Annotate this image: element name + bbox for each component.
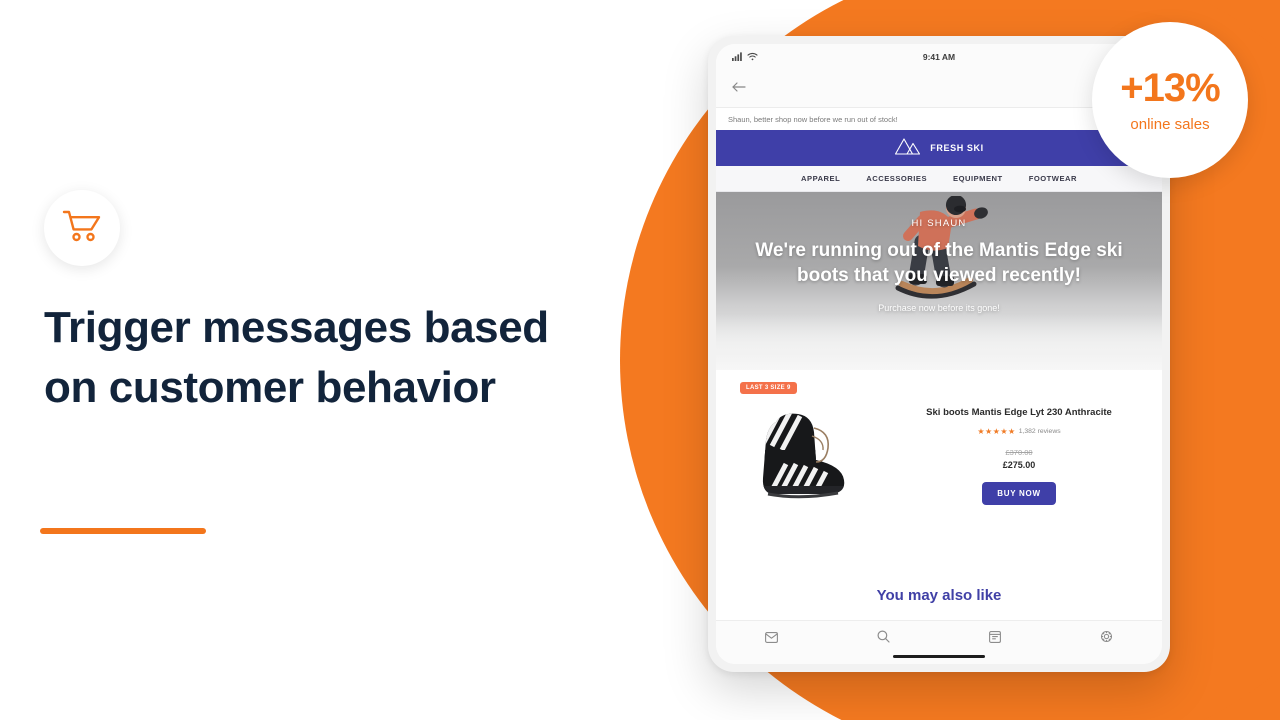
also-like-heading: You may also like	[876, 587, 1002, 604]
stat-badge: +13% online sales	[1092, 22, 1248, 178]
review-count: 1,382 reviews	[1018, 427, 1061, 435]
price-original: £370.00	[1005, 447, 1033, 457]
hero-text-block: HI SHAUN We're running out of the Mantis…	[716, 218, 1162, 313]
email-nav: APPAREL ACCESSORIES EQUIPMENT FOOTWEAR	[716, 166, 1162, 192]
nav-item-apparel[interactable]: APPAREL	[801, 174, 840, 183]
nav-item-footwear[interactable]: FOOTWEAR	[1029, 174, 1077, 183]
brand-name: FRESH SKI	[930, 143, 984, 153]
product-rating: ★★★★★ 1,382 reviews	[894, 427, 1144, 436]
back-arrow-icon[interactable]	[732, 80, 746, 98]
product-block: LAST 3 SIZE 9 Ski boots Mantis Edge Lyt …	[716, 370, 1162, 620]
mountain-logo-icon	[894, 136, 922, 161]
email-brand-bar: FRESH SKI	[716, 130, 1162, 166]
search-icon[interactable]	[877, 629, 890, 648]
hero-greeting: HI SHAUN	[911, 218, 967, 229]
calendar-icon[interactable]	[988, 630, 1001, 648]
status-bar: 9:41 AM	[716, 44, 1162, 70]
accent-rule	[40, 528, 206, 534]
hero-headline: We're running out of the Mantis Edge ski…	[755, 240, 1123, 287]
stock-badge: LAST 3 SIZE 9	[740, 382, 797, 394]
status-bar-time: 9:41 AM	[922, 52, 956, 62]
price-current: £275.00	[1002, 459, 1036, 470]
email-hero: HI SHAUN We're running out of the Mantis…	[716, 192, 1162, 370]
product-title: Ski boots Mantis Edge Lyt 230 Anthracite	[926, 407, 1112, 418]
snow-foreground	[716, 314, 1162, 370]
ski-boot-image	[746, 406, 854, 511]
email-body: FRESH SKI APPAREL ACCESSORIES EQUIPMENT …	[716, 130, 1162, 620]
settings-gear-icon[interactable]	[1100, 630, 1113, 648]
nav-item-accessories[interactable]: ACCESSORIES	[866, 174, 927, 183]
mail-icon[interactable]	[765, 630, 779, 648]
stat-value: +13%	[1120, 65, 1220, 110]
product-info: Ski boots Mantis Edge Lyt 230 Anthracite…	[894, 384, 1144, 620]
hero-subtext: Purchase now before its gone!	[878, 302, 1000, 313]
home-indicator	[893, 654, 985, 658]
slide-canvas: Trigger messages based on customer behav…	[0, 0, 1280, 720]
page-title: Trigger messages based on customer behav…	[44, 303, 549, 413]
bottom-tab-bar	[716, 620, 1162, 664]
shopping-cart-icon	[62, 209, 102, 248]
buy-now-button[interactable]: BUY NOW	[982, 481, 1056, 505]
stat-label: online sales	[1130, 115, 1210, 133]
preheader-text: Shaun, better shop now before we run out…	[728, 114, 898, 124]
nav-item-equipment[interactable]: EQUIPMENT	[953, 174, 1003, 183]
tablet-screen: 9:41 AM Shaun, better shop now before we…	[716, 44, 1162, 664]
product-image-wrap: LAST 3 SIZE 9	[734, 382, 884, 620]
star-rating-icon: ★★★★★	[977, 426, 1016, 436]
shopping-cart-badge	[44, 190, 120, 266]
